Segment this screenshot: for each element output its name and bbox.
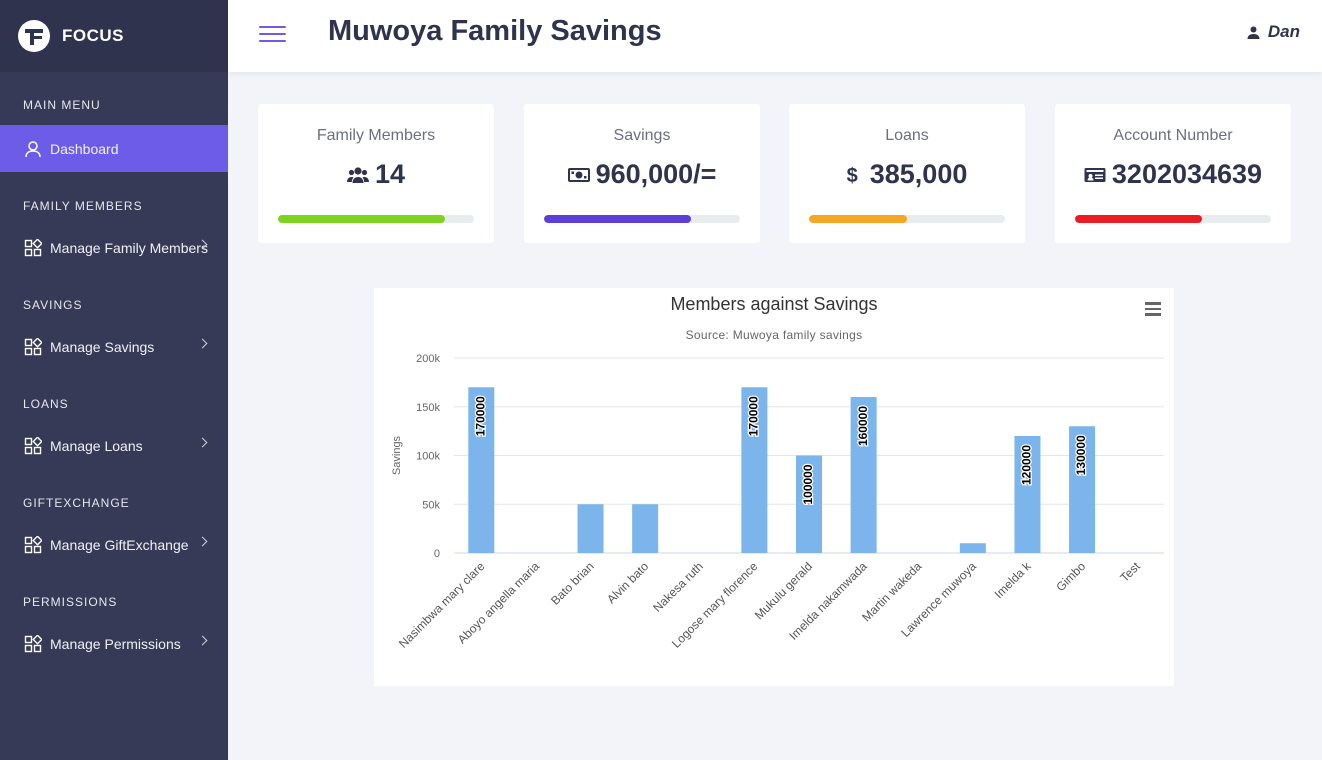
y-axis-label: Savings [391, 435, 403, 475]
brand[interactable]: FOCUS [0, 0, 228, 72]
focus-logo-icon [18, 20, 50, 52]
progress-fill [544, 215, 691, 223]
data-label: 120000 [1020, 445, 1034, 485]
user-menu[interactable]: Dan [1247, 22, 1300, 42]
money-icon [567, 167, 590, 183]
progress-bar [1075, 215, 1271, 223]
card-title: Loans [885, 127, 929, 144]
grid-icon [24, 535, 42, 554]
grid-icon [24, 634, 42, 653]
section-title-giftexchange: GIFTEXCHANGE [23, 496, 130, 510]
savings-total: 960,000/= [595, 159, 717, 189]
data-label: 130000 [1074, 435, 1088, 475]
stat-card-family-members: Family Members 14 [258, 104, 494, 243]
users-icon [346, 166, 369, 184]
card-title: Family Members [316, 127, 436, 144]
stat-card-loans: Loans $ 385,000 [789, 104, 1025, 243]
progress-fill [1075, 215, 1203, 223]
card-value: $ 385,000 [789, 159, 1025, 190]
card-value: 3202034639 [1055, 159, 1291, 190]
dollar-icon: $ [846, 165, 858, 187]
data-label: 160000 [856, 406, 870, 446]
progress-bar [278, 215, 474, 223]
loans-total: 385,000 [869, 159, 968, 189]
x-tick-label: Bato brian [548, 559, 597, 608]
chevron-right-icon [197, 338, 208, 349]
sidebar-item-manage-permissions[interactable]: Manage Permissions [0, 620, 228, 667]
x-tick-label: Alvin bato [604, 559, 651, 606]
sidebar-item-manage-family-members[interactable]: Manage Family Members [0, 224, 228, 271]
data-label: 170000 [747, 396, 761, 436]
id-card-icon [1084, 167, 1106, 183]
sidebar-item-manage-giftexchange[interactable]: Manage GiftExchange [0, 521, 228, 568]
top-bar: Muwoya Family Savings Dan [228, 0, 1322, 72]
data-label: 170000 [473, 396, 487, 436]
y-tick-label: 200k [416, 353, 440, 365]
user-icon [1247, 26, 1260, 39]
card-title: Savings [613, 127, 671, 144]
family-members-count: 14 [374, 159, 406, 189]
section-title-main-menu: MAIN MENU [23, 98, 101, 112]
stat-card-account-number: Account Number 3202034639 [1055, 104, 1291, 243]
sidebar-item-label: Manage Permissions [50, 635, 181, 652]
x-tick-label: Gimbo [1053, 559, 1088, 594]
user-icon [24, 140, 42, 158]
sidebar-item-manage-loans[interactable]: Manage Loans [0, 422, 228, 469]
sidebar-item-dashboard[interactable]: Dashboard [0, 125, 228, 172]
section-title-family-members: FAMILY MEMBERS [23, 199, 143, 213]
sidebar-item-label: Manage Loans [50, 437, 143, 454]
chevron-right-icon [197, 536, 208, 547]
savings-chart: Members against Savings Source: Muwoya f… [374, 288, 1174, 686]
chart-plot: 050k100k150k200kSavings170000Nasimbwa ma… [391, 353, 1164, 651]
account-number: 3202034639 [1111, 159, 1263, 189]
chevron-right-icon [197, 635, 208, 646]
section-title-loans: LOANS [23, 397, 69, 411]
sidebar-item-label: Manage Family Members [50, 239, 208, 256]
chart-bar [577, 504, 604, 553]
x-tick-label: Nakesa ruth [650, 559, 706, 615]
x-tick-label: Imelda k [992, 559, 1035, 602]
sidebar-item-manage-savings[interactable]: Manage Savings [0, 323, 228, 370]
section-title-savings: SAVINGS [23, 298, 83, 312]
y-tick-label: 50k [422, 499, 440, 511]
chart-bar [632, 504, 659, 553]
section-title-permissions: PERMISSIONS [23, 595, 118, 609]
grid-icon [24, 238, 42, 257]
hamburger-menu-icon[interactable] [259, 22, 286, 44]
chart-bar [959, 543, 986, 553]
y-tick-label: 150k [416, 402, 440, 414]
card-value: 960,000/= [524, 159, 760, 190]
brand-name: FOCUS [62, 26, 124, 45]
sidebar-item-label: Manage GiftExchange [50, 536, 189, 553]
grid-icon [24, 337, 42, 356]
stat-card-savings: Savings 960,000/= [524, 104, 760, 243]
y-tick-label: 0 [434, 548, 440, 560]
user-name: Dan [1267, 22, 1300, 41]
card-title: Account Number [1113, 127, 1233, 144]
progress-fill [278, 215, 445, 223]
progress-bar [809, 215, 1005, 223]
chevron-right-icon [197, 437, 208, 448]
y-tick-label: 100k [416, 451, 440, 463]
x-tick-label: Test [1117, 559, 1143, 585]
sidebar-item-label: Manage Savings [50, 338, 155, 355]
card-value: 14 [258, 159, 494, 190]
sidebar: FOCUS MAIN MENU Dashboard FAMILY MEMBERS… [0, 0, 228, 760]
progress-bar [544, 215, 740, 223]
progress-fill [809, 215, 907, 223]
data-label: 100000 [801, 464, 815, 504]
grid-icon [24, 436, 42, 455]
page-title: Muwoya Family Savings [328, 15, 662, 47]
sidebar-item-label: Dashboard [50, 140, 119, 157]
